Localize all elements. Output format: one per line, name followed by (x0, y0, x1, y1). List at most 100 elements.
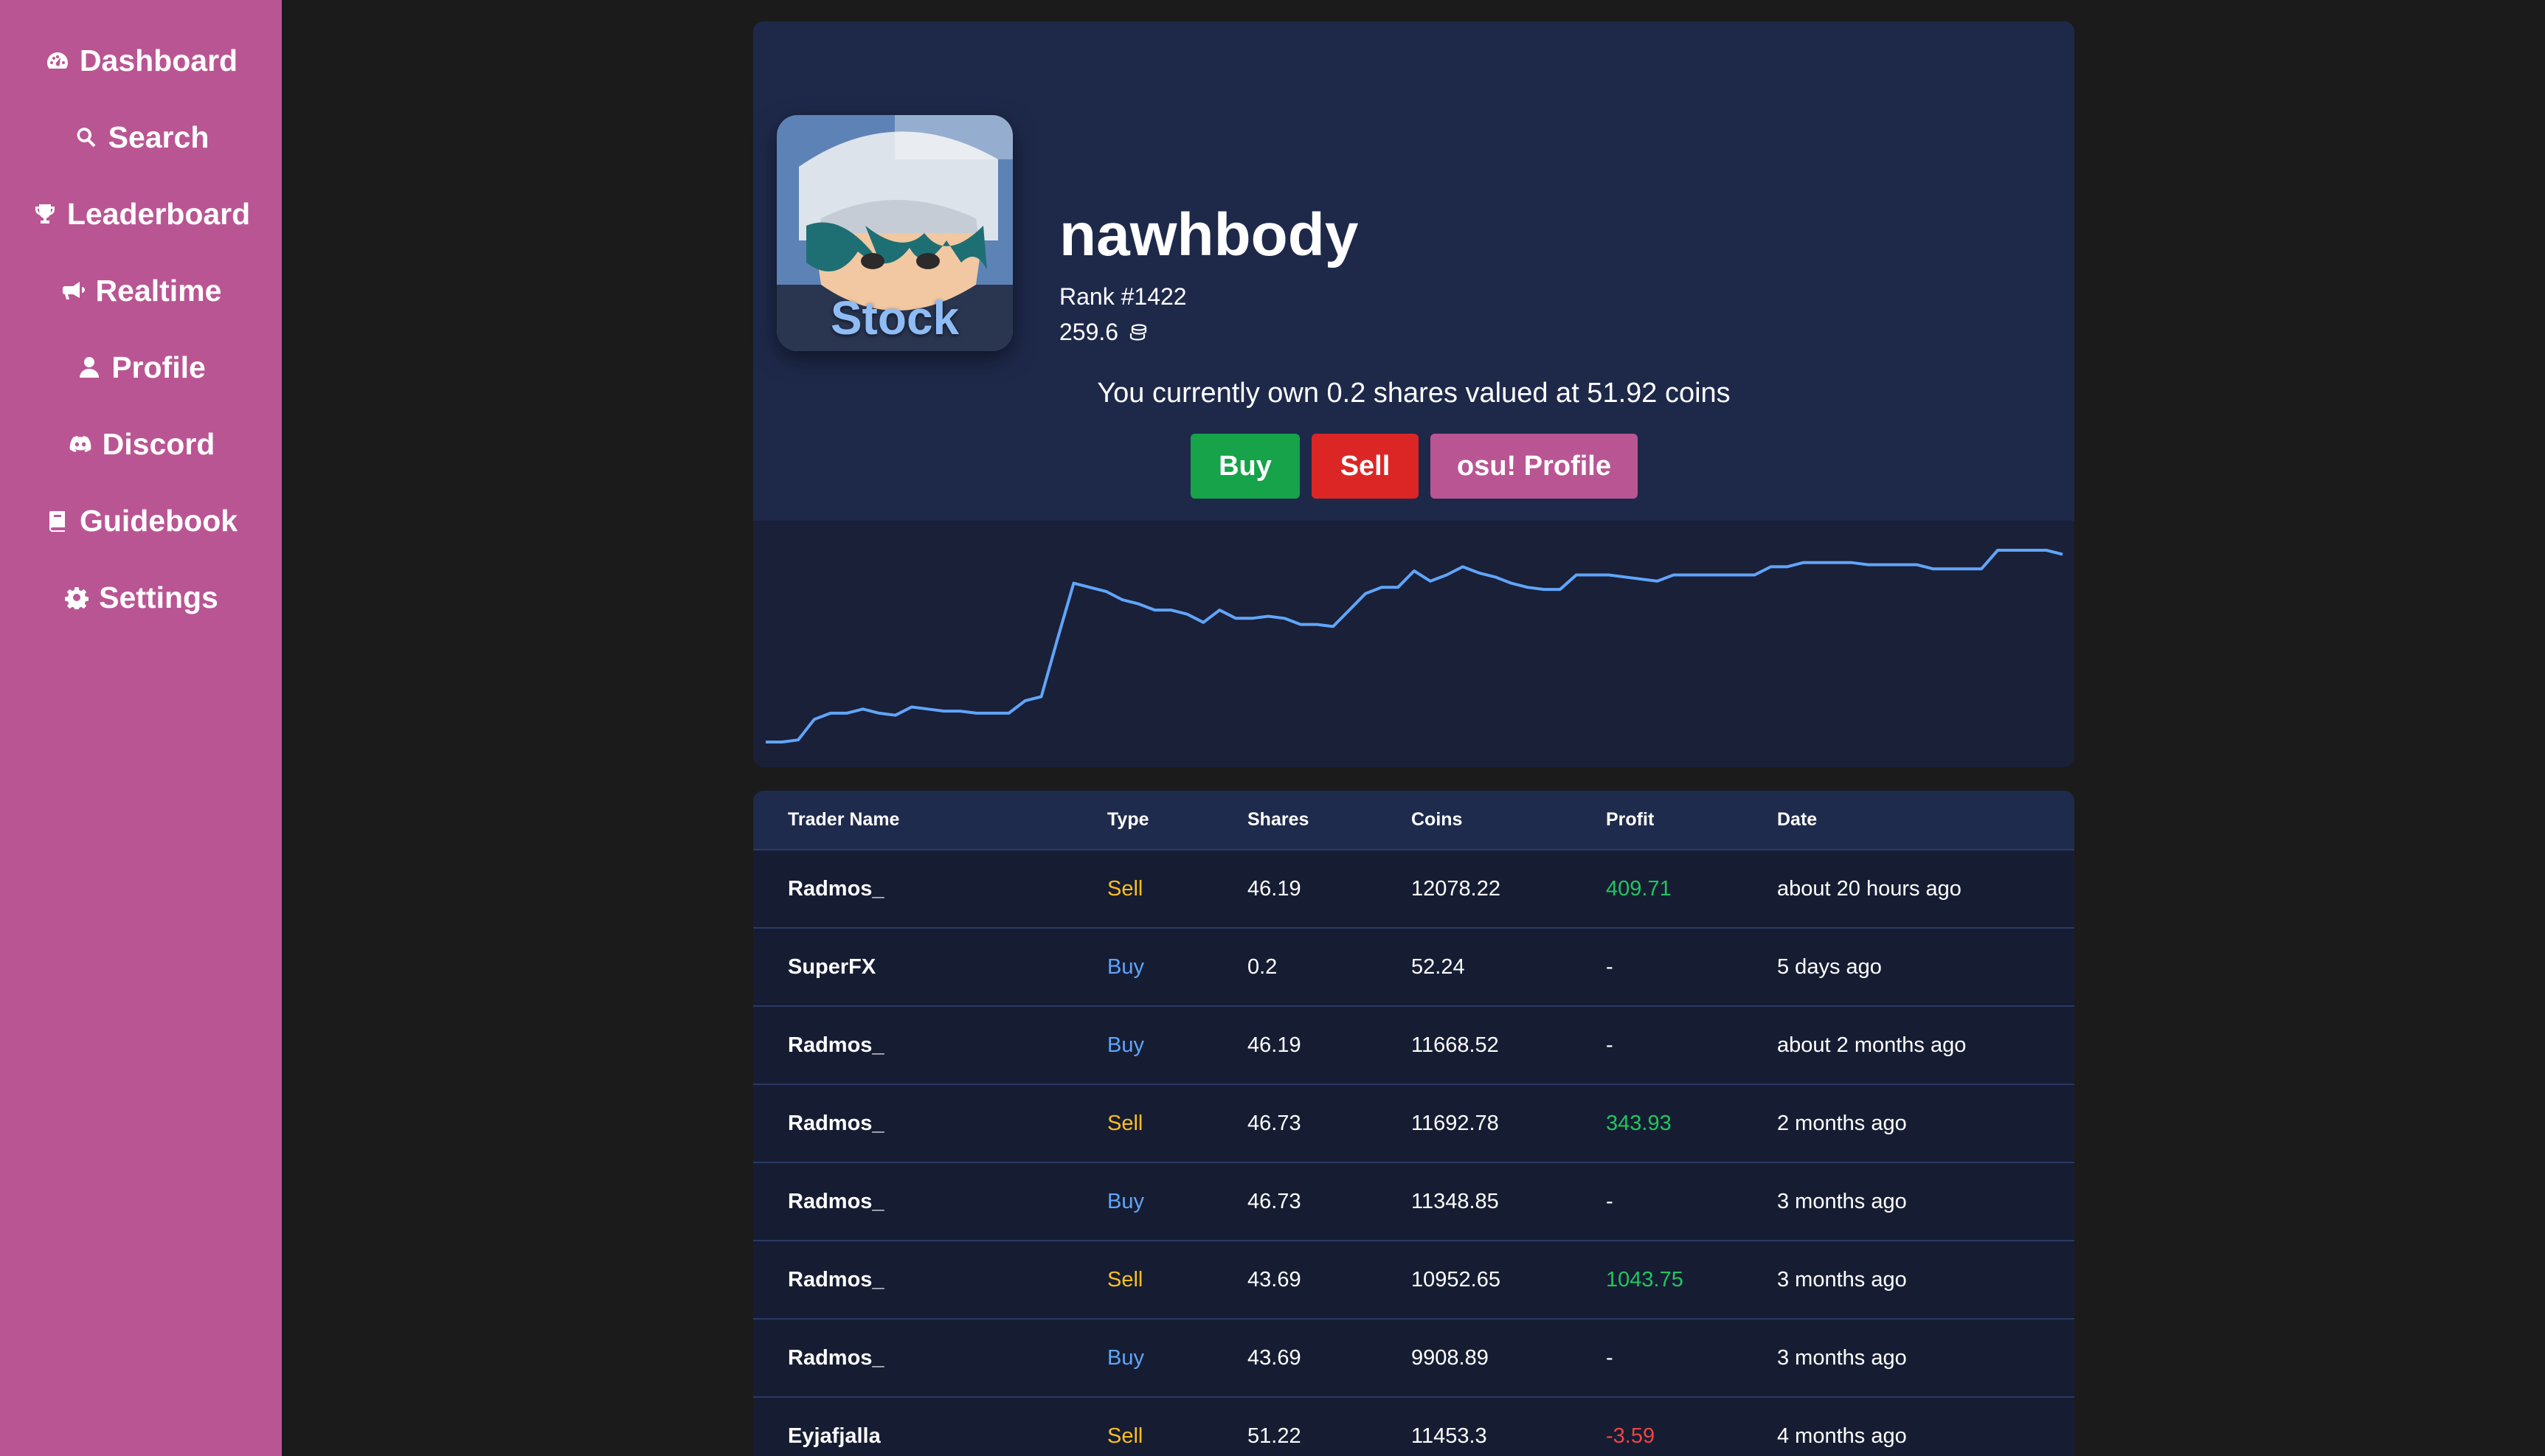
cell-coins: 12078.22 (1411, 876, 1500, 901)
gauge-icon (44, 47, 71, 74)
cell-type: Sell (1107, 1111, 1143, 1135)
header-trader-name: Trader Name (788, 809, 900, 830)
cell-profit: - (1606, 1033, 1613, 1057)
cell-shares: 51.22 (1247, 1424, 1301, 1448)
cell-shares: 46.19 (1247, 1033, 1301, 1057)
cell-type: Buy (1107, 954, 1144, 979)
cell-profit: - (1606, 1345, 1613, 1370)
cell-date: about 20 hours ago (1777, 876, 1961, 901)
nav-discord[interactable]: Discord (0, 406, 282, 482)
cell-shares: 46.73 (1247, 1189, 1301, 1213)
header-date: Date (1777, 809, 1818, 830)
nav-realtime-label: Realtime (95, 273, 222, 308)
header-profit: Profit (1606, 809, 1655, 830)
trophy-icon (32, 201, 58, 227)
header-type: Type (1107, 809, 1149, 830)
cell-type: Buy (1107, 1033, 1144, 1057)
sidebar: Dashboard Search Leaderboard Realtime Pr… (0, 0, 282, 1456)
cell-type: Sell (1107, 1424, 1143, 1448)
discord-icon (67, 431, 94, 457)
stock-avatar: Stock (777, 115, 1013, 351)
cell-trader-name[interactable]: Radmos_ (788, 1346, 884, 1370)
coins-icon (1129, 323, 1147, 341)
cell-trader-name[interactable]: SuperFX (788, 955, 876, 980)
cell-coins: 11453.3 (1411, 1424, 1487, 1448)
stock-price-value: 259.6 (1059, 319, 1119, 345)
megaphone-icon (60, 277, 87, 304)
trade-history-table: Trader Name Type Shares Coins Profit Dat… (753, 791, 2074, 1456)
nav-profile-label: Profile (111, 350, 206, 384)
cell-coins: 11692.78 (1411, 1111, 1499, 1135)
cell-date: 3 months ago (1777, 1189, 1907, 1213)
nav-leaderboard-label: Leaderboard (66, 196, 251, 231)
cell-shares: 46.19 (1247, 876, 1301, 901)
table-row[interactable]: Radmos_ Buy 46.73 11348.85 - 3 months ago (753, 1163, 2074, 1241)
cell-shares: 43.69 (1247, 1345, 1301, 1370)
nav-leaderboard[interactable]: Leaderboard (0, 176, 282, 252)
header-coins: Coins (1411, 809, 1463, 830)
stock-price: 259.6 (1059, 319, 1148, 346)
table-row[interactable]: Radmos_ Sell 46.19 12078.22 409.71 about 20 h… (753, 850, 2074, 929)
cell-trader-name[interactable]: Eyjafjalla (788, 1424, 881, 1449)
table-row[interactable]: Radmos_ Buy 46.19 11668.52 - about 2 months a… (753, 1007, 2074, 1085)
cell-profit: -3.59 (1606, 1424, 1655, 1448)
cell-shares: 46.73 (1247, 1111, 1301, 1135)
price-chart (753, 521, 2074, 767)
cell-trader-name[interactable]: Radmos_ (788, 1268, 884, 1292)
cell-coins: 10952.65 (1411, 1267, 1500, 1292)
cell-date: about 2 months ago (1777, 1033, 1967, 1057)
stock-username: nawhbody (1059, 201, 1359, 268)
cell-coins: 9908.89 (1411, 1345, 1489, 1370)
nav-settings-label: Settings (99, 580, 218, 614)
cell-profit: - (1606, 1189, 1613, 1213)
cell-trader-name[interactable]: Radmos_ (788, 877, 884, 901)
table-row[interactable]: Radmos_ Buy 43.69 9908.89 - 3 months ago (753, 1320, 2074, 1398)
nav-guidebook-label: Guidebook (79, 503, 238, 538)
cell-trader-name[interactable]: Radmos_ (788, 1112, 884, 1136)
nav-search-label: Search (108, 119, 210, 154)
cell-type: Sell (1107, 1267, 1143, 1292)
nav-dashboard[interactable]: Dashboard (0, 22, 282, 99)
price-line (766, 549, 2063, 743)
osu-profile-button[interactable]: osu! Profile (1430, 434, 1638, 499)
nav-search[interactable]: Search (0, 99, 282, 176)
book-icon (44, 507, 71, 534)
cell-coins: 11668.52 (1411, 1033, 1499, 1057)
stock-rank: Rank #1422 (1059, 283, 1187, 310)
nav-settings[interactable]: Settings (0, 559, 282, 636)
table-row[interactable]: Eyjafjalla Sell 51.22 11453.3 -3.59 4 months … (753, 1398, 2074, 1456)
table-header: Trader Name Type Shares Coins Profit Dat… (753, 791, 2074, 850)
cell-trader-name[interactable]: Radmos_ (788, 1033, 884, 1058)
nav-discord-label: Discord (102, 426, 215, 461)
cell-date: 3 months ago (1777, 1345, 1907, 1370)
cell-profit: 1043.75 (1606, 1267, 1683, 1292)
nav-dashboard-label: Dashboard (79, 43, 238, 77)
user-icon (76, 354, 103, 381)
header-shares: Shares (1247, 809, 1309, 830)
nav-profile[interactable]: Profile (0, 329, 282, 406)
cell-type: Buy (1107, 1345, 1144, 1370)
search-icon (73, 124, 100, 150)
nav-realtime[interactable]: Realtime (0, 252, 282, 329)
table-body: Radmos_ Sell 46.19 12078.22 409.71 about 20 h… (753, 850, 2074, 1456)
cell-shares: 43.69 (1247, 1267, 1301, 1292)
cell-coins: 52.24 (1411, 954, 1465, 979)
cell-date: 4 months ago (1777, 1424, 1907, 1448)
nav-guidebook[interactable]: Guidebook (0, 482, 282, 559)
cell-trader-name[interactable]: Radmos_ (788, 1190, 884, 1214)
cell-profit: 409.71 (1606, 876, 1672, 901)
table-row[interactable]: Radmos_ Sell 46.73 11692.78 343.93 2 months a… (753, 1085, 2074, 1163)
table-row[interactable]: SuperFX Buy 0.2 52.24 - 5 days ago (753, 929, 2074, 1007)
cell-coins: 11348.85 (1411, 1189, 1499, 1213)
price-chart-svg (766, 549, 2063, 743)
cell-type: Buy (1107, 1189, 1144, 1213)
cell-date: 2 months ago (1777, 1111, 1907, 1135)
cell-profit: - (1606, 954, 1613, 979)
table-row[interactable]: Radmos_ Sell 43.69 10952.65 1043.75 3 months … (753, 1241, 2074, 1320)
avatar-stock-label: Stock (830, 291, 960, 344)
buy-button[interactable]: Buy (1191, 434, 1300, 499)
cell-date: 3 months ago (1777, 1267, 1907, 1292)
sell-button[interactable]: Sell (1312, 434, 1419, 499)
gear-icon (63, 584, 90, 611)
cell-profit: 343.93 (1606, 1111, 1672, 1135)
